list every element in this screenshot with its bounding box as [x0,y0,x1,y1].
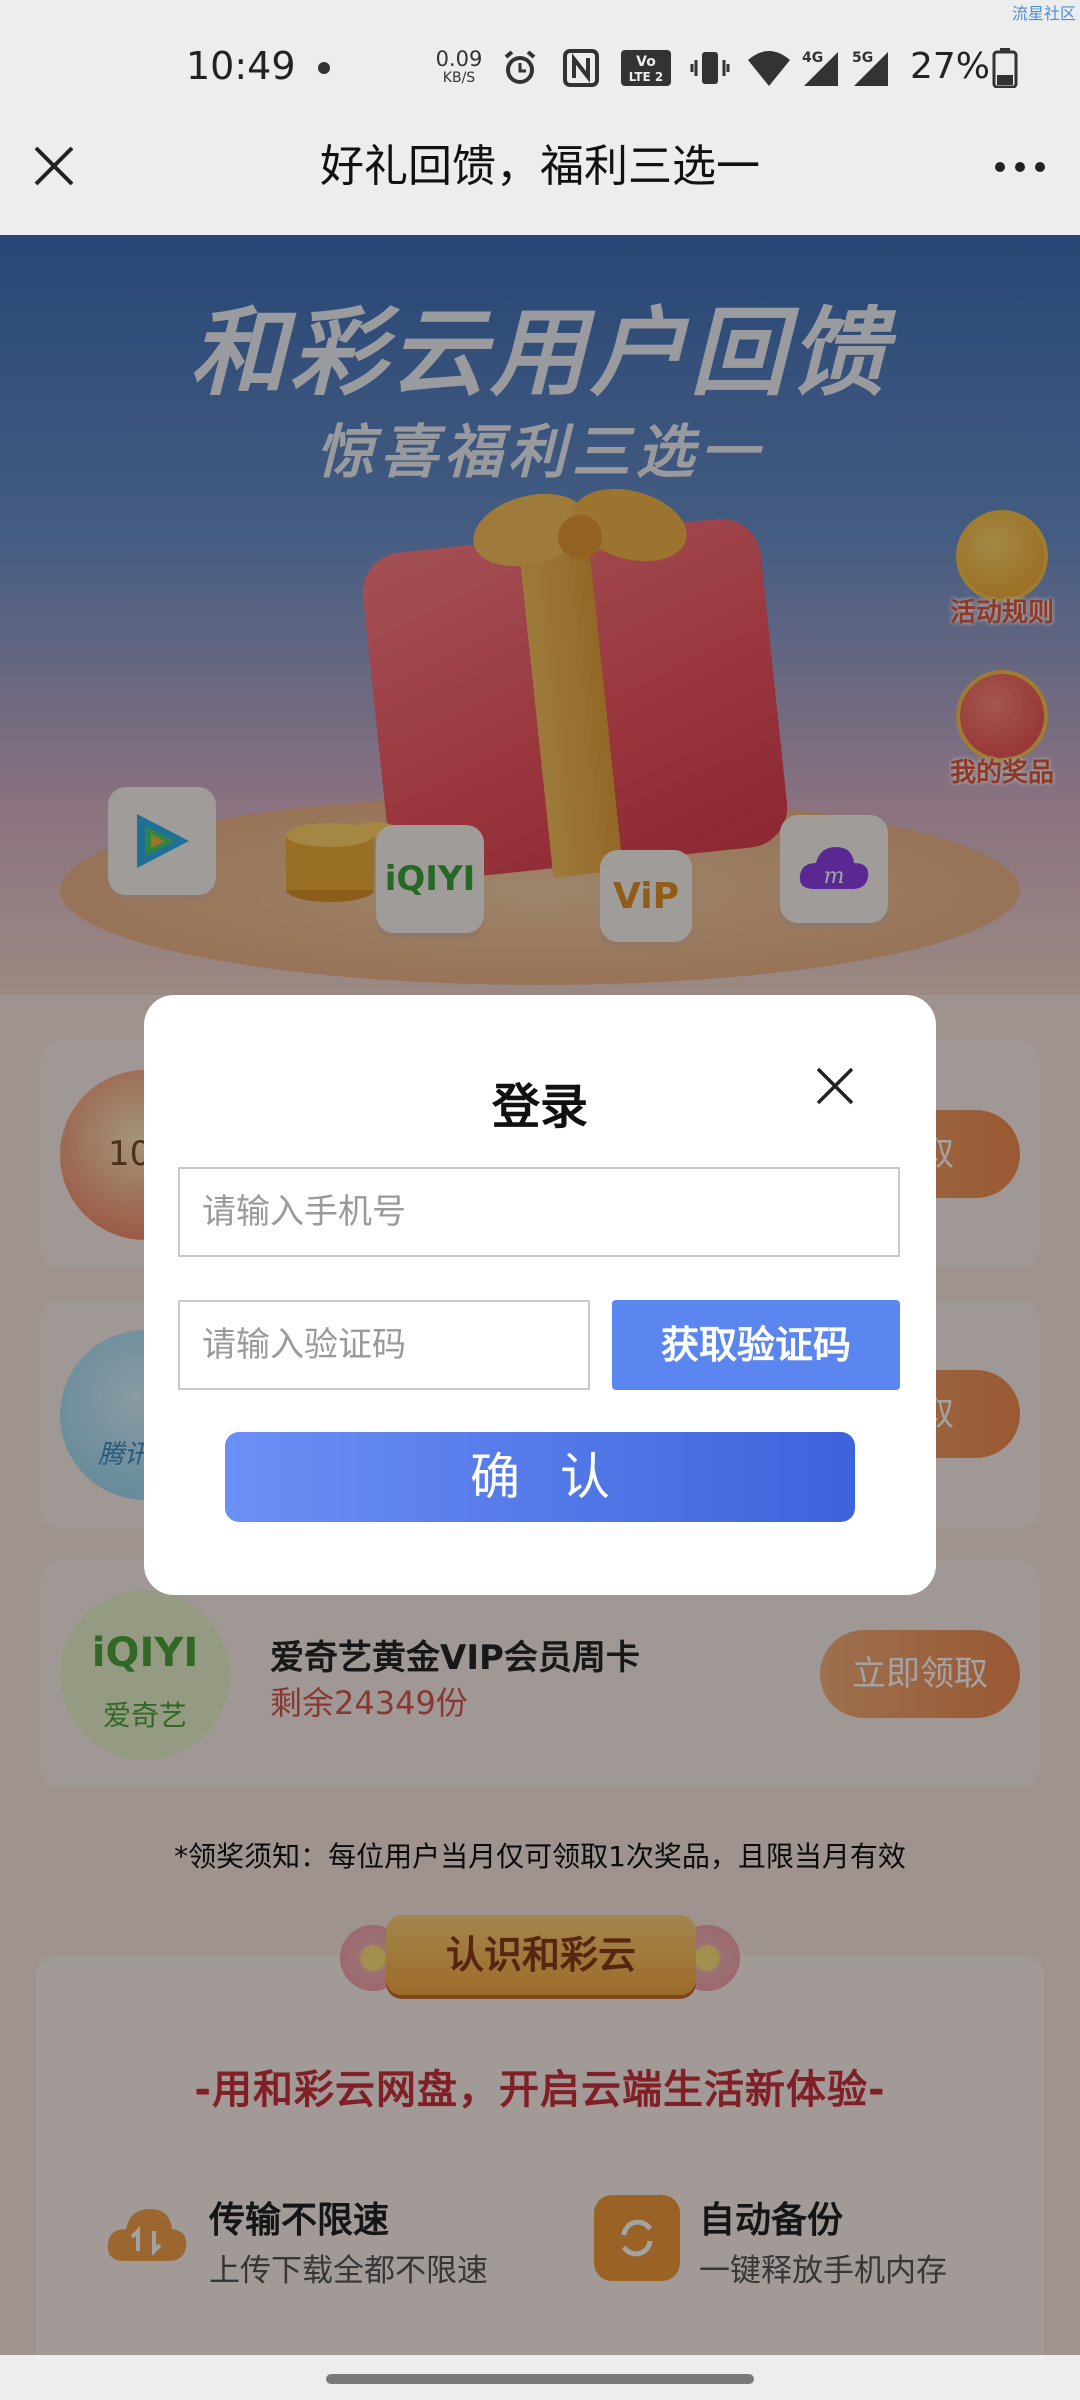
svg-text:LTE 2: LTE 2 [629,70,664,84]
nfc-icon [562,48,600,88]
alarm-icon [500,48,540,88]
home-gesture-bar[interactable] [326,2374,754,2384]
battery-percent: 27% [910,46,991,87]
close-icon[interactable] [814,1065,856,1107]
svg-text:5G: 5G [852,50,873,66]
battery-icon [992,48,1018,88]
more-icon[interactable] [990,150,1050,184]
confirm-button[interactable]: 确认 [225,1432,855,1522]
net-speed-value: 0.09 [435,47,483,71]
svg-text:4G: 4G [802,50,823,66]
wifi-icon [746,48,792,88]
login-modal: 登录 获取验证码 确认 [144,995,936,1595]
net-speed: 0.09 KB/S [432,48,486,86]
signal-5g-icon: 5G [850,48,890,88]
phone-input[interactable] [178,1167,900,1257]
watermark-text: 流星社区 [1011,4,1076,23]
net-speed-unit: KB/S [442,70,476,86]
signal-4g-icon: 4G [800,48,840,88]
notification-dot-icon [318,62,330,74]
volte-icon: Vo LTE 2 [620,48,672,88]
status-bar: 10:49 0.09 KB/S Vo LTE 2 4G 5G 27% 流星社区 [0,0,1080,135]
verification-code-input[interactable] [178,1300,590,1390]
status-time: 10:49 [186,44,296,88]
get-code-button[interactable]: 获取验证码 [612,1300,900,1390]
page-title: 好礼回馈，福利三选一 [320,141,760,192]
vibrate-icon [690,48,730,88]
svg-text:Vo: Vo [636,54,656,70]
